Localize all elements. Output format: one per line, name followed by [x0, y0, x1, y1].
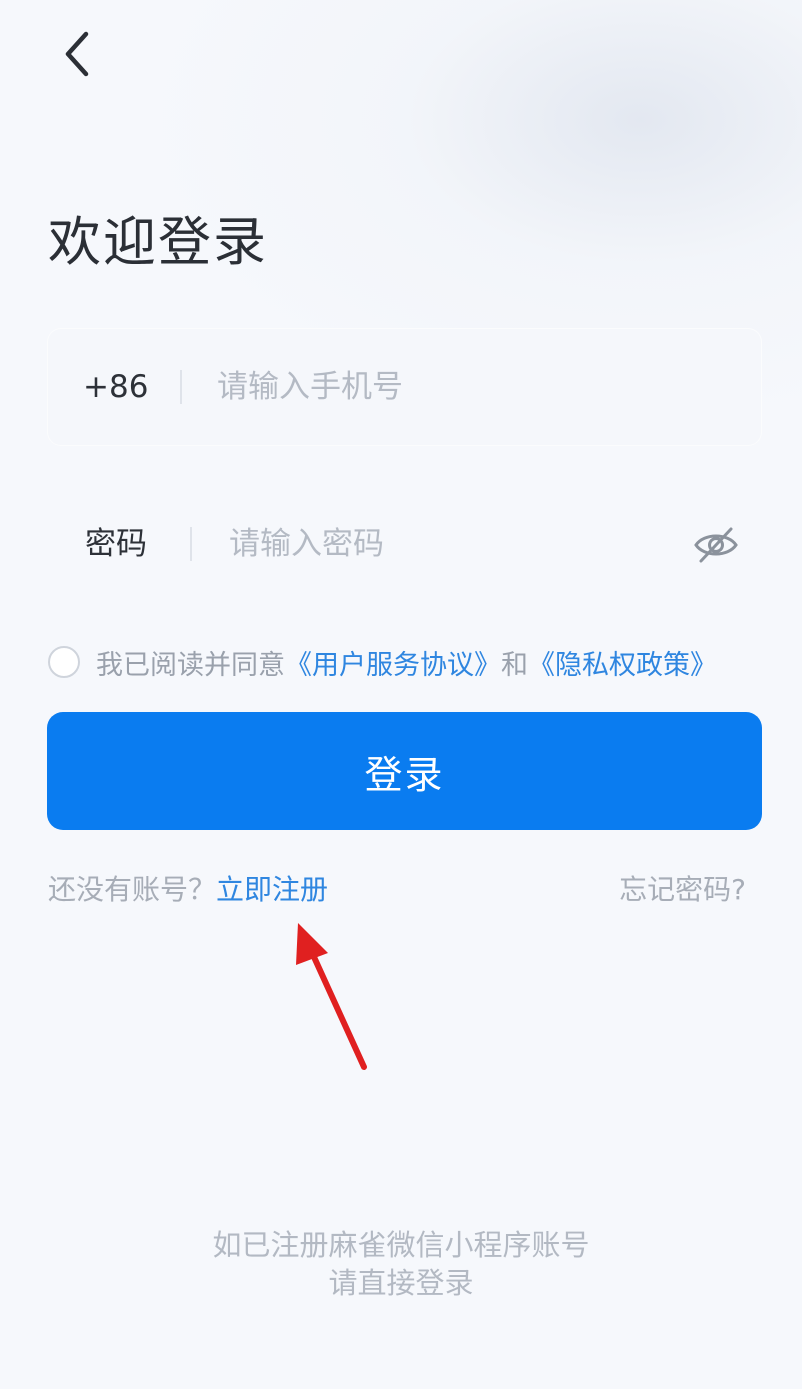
country-code[interactable]: +86: [83, 328, 148, 446]
page-title: 欢迎登录: [48, 212, 268, 273]
phone-field: +86: [47, 328, 762, 446]
eye-off-icon[interactable]: [693, 523, 739, 565]
agreement-radio[interactable]: [48, 646, 80, 678]
footer-note: 如已注册麻雀微信小程序账号 请直接登录: [0, 1226, 802, 1302]
privacy-link[interactable]: 《隐私权政策》: [528, 643, 717, 682]
password-input[interactable]: [229, 515, 689, 573]
password-field: 密码: [47, 485, 762, 603]
agreement-text: 我已阅读并同意: [96, 649, 285, 681]
terms-link[interactable]: 《用户服务协议》: [285, 643, 501, 682]
footer-line-2: 请直接登录: [328, 1266, 474, 1300]
login-button[interactable]: 登录: [47, 712, 762, 830]
password-divider: [190, 527, 192, 561]
phone-divider: [180, 370, 182, 404]
footer-line-1: 如已注册麻雀微信小程序账号: [212, 1228, 590, 1262]
password-label: 密码: [85, 526, 147, 562]
back-button[interactable]: [54, 26, 100, 82]
forgot-password-link[interactable]: 忘记密码?: [619, 868, 746, 908]
red-arrow-icon: [296, 923, 367, 1070]
agreement-conjunction: 和: [501, 649, 528, 681]
no-account-text: 还没有账号？立即注册: [48, 868, 328, 908]
account-links: 还没有账号？立即注册 忘记密码?: [48, 868, 762, 912]
agreement-row: 我已阅读并同意 《用户服务协议》 和 《隐私权政策》: [48, 640, 717, 684]
register-link[interactable]: 立即注册: [216, 873, 328, 906]
chevron-left-icon: [65, 31, 89, 77]
phone-input[interactable]: [217, 358, 737, 416]
no-account-label: 还没有账号？: [48, 873, 217, 906]
